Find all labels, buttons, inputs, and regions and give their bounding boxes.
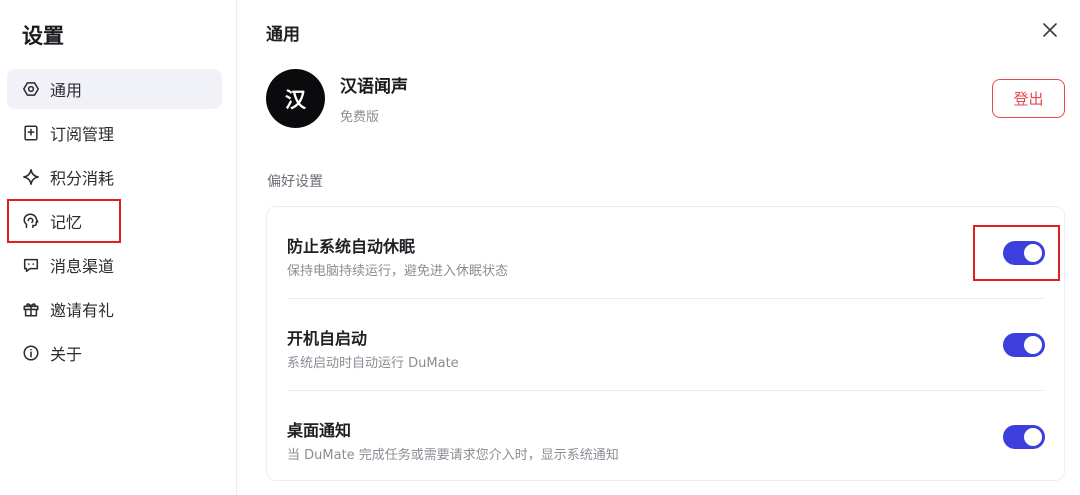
sidebar-item-label: 通用 xyxy=(50,81,83,100)
profile-info: 汉语闻声 免费版 xyxy=(340,72,408,125)
sidebar-item-label: 关于 xyxy=(50,345,83,364)
sidebar-title: 设置 xyxy=(22,24,64,48)
sidebar-item-general[interactable]: 通用 xyxy=(7,69,222,109)
logout-button[interactable]: 登出 xyxy=(992,79,1065,118)
sidebar-item-label: 邀请有礼 xyxy=(50,301,115,320)
sidebar-item-label: 消息渠道 xyxy=(50,257,115,276)
pref-title: 开机自启动 xyxy=(287,329,368,348)
pref-row-autostart: 开机自启动 系统启动时自动运行 DuMate xyxy=(287,299,1045,391)
pref-description: 当 DuMate 完成任务或需要请求您介入时，显示系统通知 xyxy=(287,448,619,463)
autostart-toggle[interactable] xyxy=(1003,333,1045,357)
sidebar-item-label: 订阅管理 xyxy=(50,125,115,144)
pref-row-desktop-notification: 桌面通知 当 DuMate 完成任务或需要请求您介入时，显示系统通知 xyxy=(287,391,1045,483)
subscription-icon xyxy=(21,123,41,143)
sidebar-item-label: 积分消耗 xyxy=(50,169,115,188)
sidebar-item-about[interactable]: 关于 xyxy=(7,333,222,373)
avatar: 汉 xyxy=(266,69,325,128)
annotation-highlight-box xyxy=(7,199,121,243)
pref-title: 桌面通知 xyxy=(287,421,352,440)
sidebar-item-subscription[interactable]: 订阅管理 xyxy=(7,113,222,153)
user-profile: 汉 汉语闻声 免费版 xyxy=(266,69,408,128)
sidebar-item-invite[interactable]: 邀请有礼 xyxy=(7,289,222,329)
settings-window: 设置 通用 订阅管理 积分消耗 记忆 消息渠道 邀请有礼 关于 通用 汉 汉语闻… xyxy=(0,0,1080,495)
user-name: 汉语闻声 xyxy=(340,77,408,97)
sidebar-item-message-channel[interactable]: 消息渠道 xyxy=(7,245,222,285)
annotation-highlight-box xyxy=(973,225,1060,281)
pref-title: 防止系统自动休眠 xyxy=(287,237,416,256)
gift-icon xyxy=(21,299,41,319)
plan-label: 免费版 xyxy=(340,110,380,125)
page-title: 通用 xyxy=(266,25,300,45)
main-panel: 通用 汉 汉语闻声 免费版 登出 偏好设置 防止系统自动休眠 保持电脑持续运行，… xyxy=(237,0,1080,495)
close-button[interactable] xyxy=(1040,20,1060,40)
sparkle-icon xyxy=(21,167,41,187)
desktop-notification-toggle[interactable] xyxy=(1003,425,1045,449)
pref-description: 系统启动时自动运行 DuMate xyxy=(287,356,459,371)
message-channel-icon xyxy=(21,255,41,275)
settings-hex-icon xyxy=(21,79,41,99)
sidebar: 设置 通用 订阅管理 积分消耗 记忆 消息渠道 邀请有礼 关于 xyxy=(0,0,237,495)
toggle-knob xyxy=(1024,336,1042,354)
section-label-preferences: 偏好设置 xyxy=(267,174,323,190)
pref-description: 保持电脑持续运行，避免进入休眠状态 xyxy=(287,264,509,279)
close-icon xyxy=(1042,22,1058,38)
toggle-knob xyxy=(1024,428,1042,446)
pref-row-prevent-sleep: 防止系统自动休眠 保持电脑持续运行，避免进入休眠状态 xyxy=(287,207,1045,299)
preferences-card: 防止系统自动休眠 保持电脑持续运行，避免进入休眠状态 开机自启动 系统启动时自动… xyxy=(266,206,1065,481)
sidebar-item-credits[interactable]: 积分消耗 xyxy=(7,157,222,197)
info-icon xyxy=(21,343,41,363)
